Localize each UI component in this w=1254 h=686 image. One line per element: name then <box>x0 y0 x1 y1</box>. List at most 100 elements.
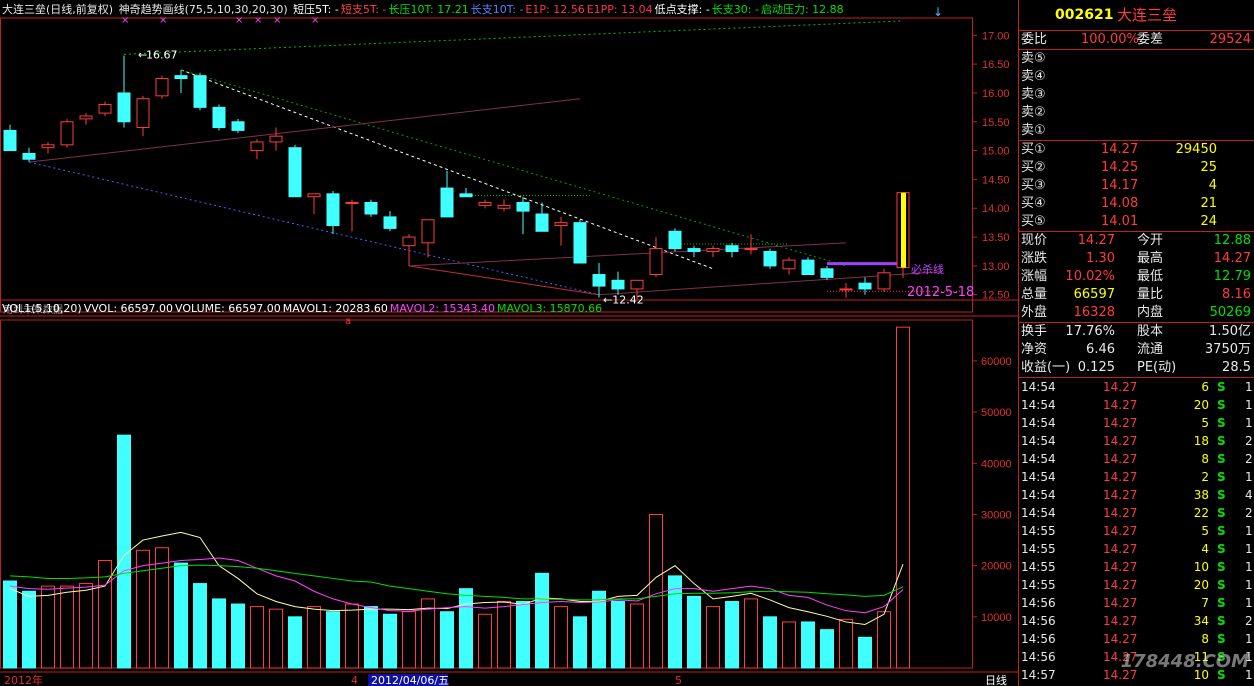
price-tick-label: 15.50 <box>982 117 1010 129</box>
candle-down <box>763 250 777 267</box>
candle-down <box>611 279 625 290</box>
quote-row-4: 外盘 16328 内盘 50269 <box>1021 305 1251 320</box>
volume-bar-down <box>858 636 872 669</box>
price-legend-item-7: 长支30: - <box>711 3 759 16</box>
volume-bar-up <box>839 618 853 669</box>
volume-bar-up <box>41 585 55 669</box>
volume-bar-down <box>288 616 302 669</box>
low-support-line <box>408 265 600 296</box>
vol-legend-item-1: VVOL: 66597.00 <box>83 302 174 315</box>
vol-tick-label: 50000 <box>981 407 1012 419</box>
vol-legend-item-4: MAVOL2: 15343.40 <box>389 302 496 315</box>
volume-bar-down <box>174 562 188 669</box>
candle-up <box>79 115 93 120</box>
volume-bar-up <box>250 606 264 669</box>
volume-bar-down <box>440 611 454 669</box>
stock-header: 002621 大连三垒 <box>1019 0 1254 30</box>
stat-row-0: 换手 17.76% 股本 1.50亿 <box>1021 324 1251 339</box>
volume-bar-up <box>497 600 511 669</box>
tick-row[interactable]: 14:55 14.27 5 S 1 <box>1019 522 1254 540</box>
buy-level-4: 买④ 14.08 21 <box>1021 196 1217 211</box>
candle-up <box>497 204 511 209</box>
buy-level-5: 买⑤ 14.01 24 <box>1021 214 1217 229</box>
candle-up <box>782 259 796 270</box>
mid-resistance-line <box>180 69 847 267</box>
price-legend-item-0: 短压5T: - <box>293 3 339 16</box>
sell-level-3: 卖③ <box>1021 87 1046 102</box>
tick-row[interactable]: 14:55 14.27 10 S 1 <box>1019 558 1254 576</box>
volume-bar-up <box>155 547 169 669</box>
volume-bar-up <box>307 606 321 669</box>
price-tick-label: 14.50 <box>982 174 1010 186</box>
tick-row[interactable]: 14:54 14.27 6 S 1 <box>1019 378 1254 396</box>
price-legend-item-5: E1PP: 13.04 <box>586 3 653 16</box>
low-fan-line <box>408 242 847 267</box>
price-tick-label: 14.00 <box>982 203 1010 215</box>
kline-chart-area[interactable]: 17.00 16.50 16.00 15.50 15.00 14.50 14.00 13.50… <box>0 0 1018 686</box>
time-label-year: 2012年 <box>4 673 43 686</box>
stat-row-1: 净资 6.46 流通 3750万 <box>1021 342 1251 357</box>
candle-down <box>288 147 302 198</box>
tick-list[interactable]: 14:54 14.27 6 S 1 14:54 14.27 20 S 1 14:… <box>1019 378 1254 684</box>
tick-row[interactable]: 14:54 14.27 20 S 1 <box>1019 396 1254 414</box>
candle-down <box>326 193 340 227</box>
candle-up <box>421 219 435 244</box>
tick-row[interactable]: 14:54 14.27 38 S 4 <box>1019 486 1254 504</box>
price-legend-item-8: 启动压力: 12.88 <box>760 3 844 16</box>
volume-bar-down <box>592 590 606 669</box>
kline-svg[interactable]: 17.00 16.50 16.00 15.50 15.00 14.50 14.00 13.50… <box>0 0 1018 686</box>
vol-tick-label: 30000 <box>981 509 1012 521</box>
vol-tick-label: 20000 <box>981 561 1012 573</box>
limit-up-highlight <box>901 192 906 268</box>
buy-level-3: 买③ 14.17 4 <box>1021 178 1217 193</box>
tick-row[interactable]: 14:55 14.27 20 S 1 <box>1019 576 1254 594</box>
vol-legend-item-3: MAVOL1: 20283.60 <box>282 302 388 315</box>
tick-row[interactable]: 14:54 14.27 22 S 2 <box>1019 504 1254 522</box>
volume-bar-up <box>345 603 359 669</box>
candle-down <box>573 222 587 264</box>
volume-bar-down <box>22 590 36 669</box>
volume-bar-up <box>782 621 796 669</box>
candle-up <box>155 78 169 97</box>
time-label-april: 4 <box>351 674 358 686</box>
low-price-value: ←12.42 <box>603 293 644 306</box>
candle-up <box>345 201 359 204</box>
tick-row[interactable]: 14:54 14.27 2 S 1 <box>1019 468 1254 486</box>
candle-up <box>60 121 74 146</box>
tick-row[interactable]: 14:54 14.27 18 S 2 <box>1019 432 1254 450</box>
candle-down <box>440 187 454 218</box>
stat-row-2: 收益(一) 0.125 PE(动) 28.5 <box>1021 360 1251 375</box>
tick-row[interactable]: 14:55 14.27 4 S 1 <box>1019 540 1254 558</box>
candle-up <box>649 248 663 276</box>
volume-bar-down <box>516 600 530 669</box>
sell-level-2: 卖② <box>1021 105 1046 120</box>
tick-row[interactable]: 14:54 14.27 8 S 2 <box>1019 450 1254 468</box>
volume-bar-down <box>3 580 17 669</box>
vol-tick-label: 10000 <box>981 612 1012 624</box>
price-tick-label: 17.00 <box>982 30 1010 42</box>
watermark: 178448.COM <box>1120 651 1249 672</box>
candle-up <box>402 236 416 247</box>
candle-up <box>877 272 891 290</box>
volume-bar-down <box>364 606 378 669</box>
sell-orders: 卖⑤ 卖④ 卖③ 卖② 卖① <box>1019 50 1254 140</box>
volume-bar-up <box>554 606 568 669</box>
candle-up <box>250 141 264 152</box>
volume-bar-down <box>611 600 625 669</box>
volume-bar-down <box>212 598 226 669</box>
tick-row[interactable]: 14:56 14.27 8 S 1 <box>1019 630 1254 648</box>
tick-row[interactable]: 14:56 14.27 7 S 1 <box>1019 594 1254 612</box>
volume-bar-down <box>459 588 473 669</box>
volume-bar-up <box>744 598 758 669</box>
volume-legend: VOL1(5,10,20) VVOL: 66597.00 VOLUME: 66597… <box>2 302 604 316</box>
volume-bar-down <box>725 600 739 669</box>
volume-bar-up <box>478 613 492 669</box>
vol-legend-item-0: VOL1(5,10,20) <box>2 302 82 315</box>
volume-bar-up <box>136 549 150 669</box>
candle-down <box>364 201 378 215</box>
candle-down <box>231 121 245 131</box>
period-label: 日线 <box>985 673 1007 686</box>
quote-row-3: 总量 66597 量比 8.16 <box>1021 287 1251 302</box>
tick-row[interactable]: 14:56 14.27 34 S 2 <box>1019 612 1254 630</box>
tick-row[interactable]: 14:54 14.27 5 S 1 <box>1019 414 1254 432</box>
